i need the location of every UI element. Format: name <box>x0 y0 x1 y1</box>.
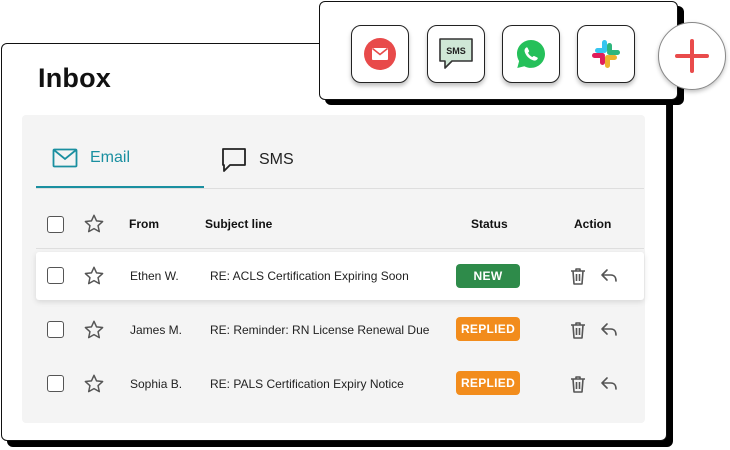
mail-icon <box>52 148 78 168</box>
header-divider <box>36 248 644 249</box>
row-checkbox[interactable] <box>47 267 64 284</box>
header-action: Action <box>574 217 612 231</box>
star-icon[interactable] <box>83 213 105 235</box>
row-checkbox[interactable] <box>47 375 64 392</box>
table-row[interactable]: James M. RE: Reminder: RN License Renewa… <box>36 306 644 354</box>
sms-button[interactable]: SMS <box>427 25 485 83</box>
sms-icon: SMS <box>439 38 473 69</box>
add-integration-button[interactable] <box>658 22 726 90</box>
star-icon[interactable] <box>83 319 105 341</box>
header-subject: Subject line <box>205 217 273 231</box>
slack-icon <box>592 40 620 68</box>
row-from: James M. <box>130 323 183 337</box>
tab-divider <box>36 188 644 189</box>
trash-icon[interactable] <box>568 266 588 286</box>
page-title: Inbox <box>38 63 111 93</box>
status-badge: REPLIED <box>456 371 520 395</box>
row-from: Sophia B. <box>130 377 183 391</box>
slack-button[interactable] <box>577 25 635 83</box>
star-icon[interactable] <box>83 373 105 395</box>
reply-icon[interactable] <box>599 374 619 394</box>
header-from: From <box>129 217 159 231</box>
row-subject: RE: PALS Certification Expiry Notice <box>210 377 404 391</box>
row-checkbox[interactable] <box>47 321 64 338</box>
select-all-checkbox[interactable] <box>47 216 64 233</box>
status-badge: NEW <box>456 264 520 288</box>
chat-bubble-icon <box>222 148 246 172</box>
active-tab-indicator <box>36 186 204 188</box>
plus-icon <box>675 39 709 73</box>
status-badge: REPLIED <box>456 317 520 341</box>
gmail-icon <box>364 38 396 70</box>
reply-icon[interactable] <box>599 266 619 286</box>
whatsapp-button[interactable] <box>502 25 560 83</box>
header-status: Status <box>471 217 508 231</box>
table-row[interactable]: Ethen W. RE: ACLS Certification Expiring… <box>36 252 644 300</box>
row-subject: RE: ACLS Certification Expiring Soon <box>210 269 409 283</box>
tab-sms-label: SMS <box>259 151 294 168</box>
row-subject: RE: Reminder: RN License Renewal Due <box>210 323 430 337</box>
tab-email-label: Email <box>90 149 131 166</box>
gmail-button[interactable] <box>351 25 409 83</box>
sms-icon-label: SMS <box>446 46 466 56</box>
reply-icon[interactable] <box>599 320 619 340</box>
row-from: Ethen W. <box>130 269 179 283</box>
whatsapp-icon <box>517 40 545 68</box>
tab-sms[interactable]: SMS <box>221 145 294 175</box>
tab-email[interactable]: Email <box>52 143 130 173</box>
trash-icon[interactable] <box>568 320 588 340</box>
trash-icon[interactable] <box>568 374 588 394</box>
table-row[interactable]: Sophia B. RE: PALS Certification Expiry … <box>36 360 644 408</box>
star-icon[interactable] <box>83 265 105 287</box>
